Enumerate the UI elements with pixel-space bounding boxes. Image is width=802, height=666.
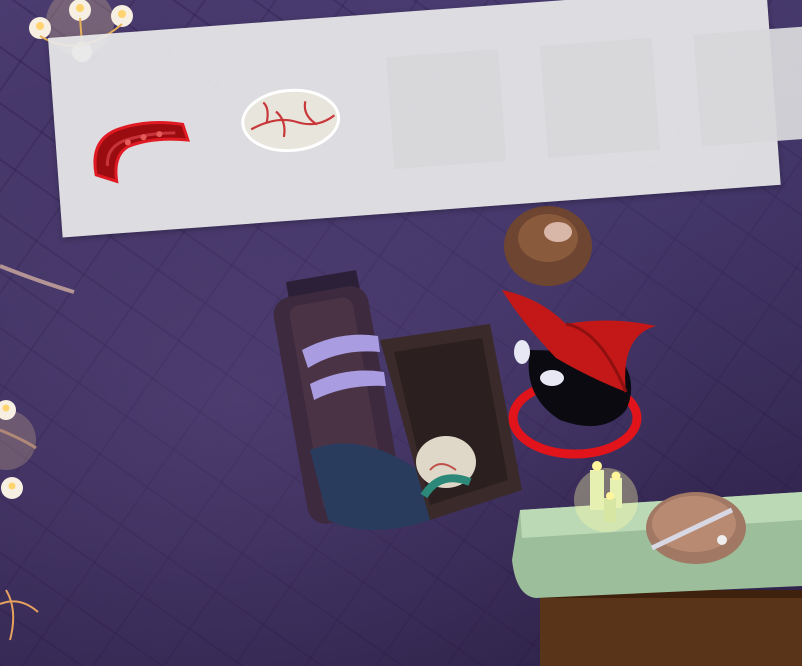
inventory-slot-5[interactable] [693,26,802,147]
inventory-slot-2[interactable] [233,60,353,180]
candles [574,461,638,532]
veined-egg-icon [241,88,341,153]
table [512,461,802,666]
inventory-slot-4[interactable] [539,37,660,158]
branch [0,264,75,294]
inventory-slot-3[interactable] [386,49,507,169]
open-chest[interactable] [271,270,522,530]
chandelier-left [0,400,37,499]
player-witch [502,290,656,459]
inventory-slot-1[interactable] [79,72,199,192]
tentacle-icon [93,120,190,184]
vase [504,206,592,286]
floor-ornament [0,589,39,641]
